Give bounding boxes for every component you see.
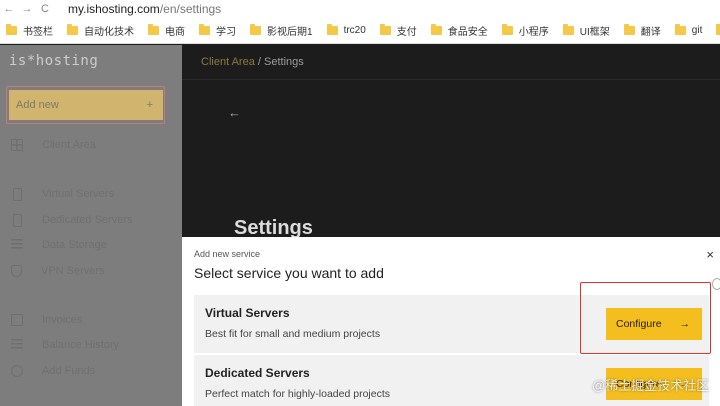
folder-icon xyxy=(148,24,159,35)
bookmark-item[interactable]: 电商 xyxy=(148,23,185,38)
service-description: Perfect match for highly-loaded projects xyxy=(205,388,391,400)
grid-icon xyxy=(11,139,23,151)
add-new-highlight xyxy=(6,86,165,124)
folder-icon xyxy=(430,24,442,35)
modal-title: Select service you want to add xyxy=(194,265,384,281)
sidebar-item-label: Client Area xyxy=(42,139,96,151)
bookmarks-bar: 书签栏 自动化技术 电商 学习 影视后期1 trc20 支付 食品安全 小程序 UI框架 翻译 git… xyxy=(0,18,720,44)
url-field[interactable]: my.ishosting.com/en/settings xyxy=(68,2,221,16)
shield-icon xyxy=(11,265,22,277)
bookmark-item[interactable]: 自动化技术 xyxy=(67,23,134,38)
sidebar-item-virtual-servers[interactable]: Virtual Servers xyxy=(0,183,182,205)
watermark: @稀土掘金技术社区 xyxy=(592,378,710,393)
sidebar-item-label: Invoices xyxy=(42,314,83,326)
modal-subtitle: Add new service xyxy=(194,249,261,259)
storage-icon xyxy=(11,239,23,251)
service-name: Virtual Servers xyxy=(205,306,290,320)
folder-icon xyxy=(67,24,78,35)
sidebar-item-label: Virtual Servers xyxy=(42,188,114,200)
close-icon[interactable]: × xyxy=(706,247,714,262)
header-divider xyxy=(182,79,720,80)
bookmark-item[interactable]: 支付 xyxy=(379,23,417,38)
sidebar-item-label: Data Storage xyxy=(42,239,107,251)
forward-nav-icon[interactable]: → xyxy=(18,3,36,15)
sidebar-item-data-storage[interactable]: Data Storage xyxy=(0,234,182,256)
sidebar-item-label: Dedicated Servers xyxy=(42,214,133,226)
bookmark-item[interactable]: trc20 xyxy=(326,24,366,36)
bookmark-item[interactable]: app人脸识别 xyxy=(716,23,720,38)
bookmark-item[interactable]: 食品安全 xyxy=(430,23,488,38)
bookmark-item[interactable]: git xyxy=(674,24,702,36)
bookmark-item[interactable]: UI框架 xyxy=(562,23,610,38)
folder-icon xyxy=(379,24,391,35)
coins-icon xyxy=(11,365,23,377)
folder-icon xyxy=(326,24,338,35)
sidebar-item-label: Add Funds xyxy=(42,365,96,377)
server-icon xyxy=(13,187,22,201)
bookmark-item[interactable]: 影视后期1 xyxy=(250,23,313,38)
list-icon xyxy=(11,339,23,351)
folder-icon xyxy=(199,24,210,35)
invoice-icon xyxy=(11,314,23,326)
sidebar-item-add-funds[interactable]: Add Funds xyxy=(0,360,182,382)
sidebar-item-label: Balance History xyxy=(42,339,120,351)
service-name: Dedicated Servers xyxy=(205,366,310,380)
sidebar: is*hosting Add new + Client Area Virtual… xyxy=(0,45,182,406)
address-bar: ← → C my.ishosting.com/en/settings xyxy=(0,0,720,18)
arrow-right-icon: → xyxy=(679,318,691,330)
reload-icon[interactable]: C xyxy=(36,3,54,15)
sidebar-item-invoices[interactable]: Invoices xyxy=(0,309,182,331)
sidebar-item-label: VPN Servers xyxy=(41,265,105,277)
breadcrumb: Client Area / Settings xyxy=(201,56,304,68)
bookmark-item[interactable]: 小程序 xyxy=(501,23,549,38)
folder-icon xyxy=(501,24,513,35)
sidebar-item-balance-history[interactable]: Balance History xyxy=(0,334,182,356)
logo: is*hosting xyxy=(9,53,99,69)
breadcrumb-current: Settings xyxy=(264,56,304,68)
bookmark-item[interactable]: 学习 xyxy=(199,23,236,38)
help-icon[interactable] xyxy=(712,278,720,290)
folder-icon xyxy=(716,24,720,35)
bookmark-item[interactable]: 书签栏 xyxy=(6,23,53,38)
folder-icon xyxy=(6,24,17,35)
sidebar-item-vpn-servers[interactable]: VPN Servers xyxy=(0,260,182,282)
back-arrow-icon[interactable]: ← xyxy=(228,105,241,120)
folder-icon xyxy=(250,24,261,35)
folder-icon xyxy=(674,24,686,35)
folder-icon xyxy=(623,24,635,35)
back-nav-icon[interactable]: ← xyxy=(0,3,18,15)
sidebar-item-dedicated-servers[interactable]: Dedicated Servers xyxy=(0,209,182,231)
configure-label: Configure xyxy=(616,318,662,330)
configure-button[interactable]: Configure → xyxy=(606,308,702,340)
server-icon xyxy=(13,213,22,227)
breadcrumb-client-area[interactable]: Client Area xyxy=(201,56,255,68)
sidebar-item-client-area[interactable]: Client Area xyxy=(0,134,182,156)
service-card-virtual-servers[interactable]: Virtual Servers Best fit for small and m… xyxy=(194,295,709,353)
bookmark-item[interactable]: 翻译 xyxy=(623,23,661,38)
folder-icon xyxy=(562,24,574,35)
service-description: Best fit for small and medium projects xyxy=(205,328,381,340)
